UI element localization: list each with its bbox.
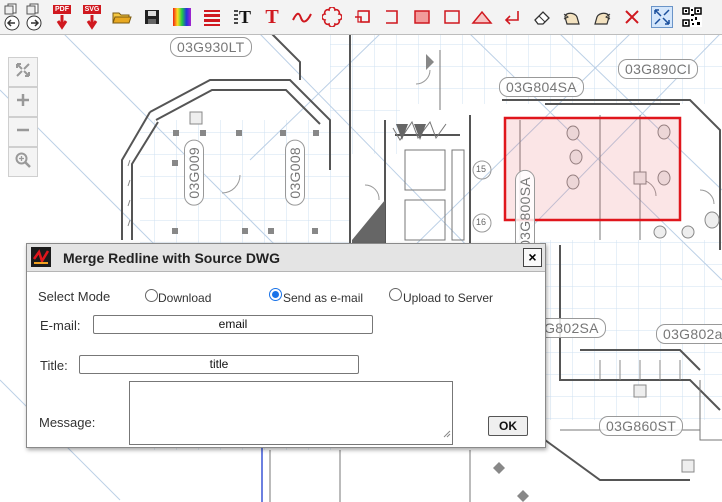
title-label: Title: xyxy=(40,358,68,373)
zoom-in-button[interactable] xyxy=(8,87,38,117)
zoom-extents-button[interactable] xyxy=(8,57,38,87)
column-tag-16: 16 xyxy=(476,217,487,227)
freehand-button[interactable] xyxy=(288,2,316,32)
line-weight-icon xyxy=(203,8,221,26)
open-folder-icon xyxy=(112,9,132,25)
triangle-button[interactable] xyxy=(468,2,496,32)
export-pdf-icon xyxy=(56,14,68,30)
qr-code-button[interactable] xyxy=(678,2,706,32)
qr-code-icon xyxy=(682,7,702,27)
rect-button[interactable] xyxy=(438,2,466,32)
select-mode-label: Select Mode xyxy=(38,289,111,304)
text-size-button[interactable]: T xyxy=(228,2,256,32)
zoom-extents-icon xyxy=(15,62,31,83)
rect-icon xyxy=(442,8,462,26)
arrow-button[interactable] xyxy=(498,2,526,32)
radio-download-label: Download xyxy=(158,291,212,305)
title-field[interactable]: title xyxy=(79,355,359,374)
forward-button[interactable] xyxy=(22,2,46,32)
room-label-890ci: 03G890CI xyxy=(618,59,699,79)
merge-redline-dialog: Merge Redline with Source DWG × Select M… xyxy=(26,243,546,448)
copy-icon xyxy=(4,3,20,15)
pdf-badge: PDF xyxy=(53,4,71,14)
copy-icon-2 xyxy=(26,3,42,15)
color-picker-button[interactable] xyxy=(168,2,196,32)
forward-icon xyxy=(26,15,42,31)
room-label-930lt: 03G930LT xyxy=(170,37,252,57)
back-icon[interactable] xyxy=(4,15,20,31)
triangle-icon xyxy=(471,8,493,26)
open-button[interactable] xyxy=(108,2,136,32)
cloud-button[interactable] xyxy=(318,2,346,32)
copy-button[interactable] xyxy=(0,2,24,32)
dialog-title: Merge Redline with Source DWG xyxy=(63,250,281,266)
save-icon xyxy=(144,9,160,25)
arrow-icon xyxy=(502,8,522,26)
undo-icon xyxy=(562,8,582,26)
zoom-window-icon xyxy=(15,152,31,173)
callout-icon xyxy=(352,8,372,26)
text-button[interactable]: T xyxy=(258,2,286,32)
redo-icon xyxy=(592,8,612,26)
fit-view-button[interactable] xyxy=(648,2,676,32)
redo-button[interactable] xyxy=(588,2,616,32)
eraser-icon xyxy=(532,8,552,26)
room-label-008: 03G008 xyxy=(285,140,305,206)
polyline-button[interactable] xyxy=(378,2,406,32)
resize-handle-icon[interactable] xyxy=(442,425,451,443)
freehand-icon xyxy=(291,8,313,26)
ok-button[interactable]: OK xyxy=(488,416,528,436)
save-button[interactable] xyxy=(138,2,166,32)
room-label-009: 03G009 xyxy=(184,140,204,206)
svg-badge: SVG xyxy=(82,4,102,14)
line-weight-button[interactable] xyxy=(198,2,226,32)
toolbar: PDF SVG T T xyxy=(0,0,722,35)
cloud-icon xyxy=(322,7,342,27)
message-label: Message: xyxy=(39,415,96,430)
delete-button[interactable] xyxy=(618,2,646,32)
room-label-804sa: 03G804SA xyxy=(499,77,584,97)
polyline-icon xyxy=(382,8,402,26)
room-label-860st: 03G860ST xyxy=(599,416,684,436)
zoom-window-button[interactable] xyxy=(8,147,38,177)
text-size-icon: T xyxy=(233,7,251,28)
email-field[interactable]: email xyxy=(93,315,373,334)
text-icon: T xyxy=(265,5,279,28)
dialog-titlebar[interactable]: Merge Redline with Source DWG × xyxy=(27,244,545,272)
column-tag-15: 15 xyxy=(476,164,487,174)
filled-rect-button[interactable] xyxy=(408,2,436,32)
app-logo-icon xyxy=(31,247,51,272)
radio-send-email[interactable] xyxy=(269,288,282,301)
radio-upload-server-label: Upload to Server xyxy=(403,291,494,305)
radio-download[interactable] xyxy=(145,289,158,302)
zoom-out-button[interactable] xyxy=(8,117,38,147)
room-label-802a: 03G802a xyxy=(656,324,722,344)
export-pdf-button[interactable]: PDF xyxy=(48,2,76,32)
export-svg-button[interactable]: SVG xyxy=(78,2,106,32)
email-label: E-mail: xyxy=(40,318,81,333)
zoom-in-icon xyxy=(16,93,30,112)
color-picker-icon xyxy=(172,7,192,27)
zoom-out-icon xyxy=(16,123,30,142)
radio-upload-server[interactable] xyxy=(389,288,402,301)
callout-button[interactable] xyxy=(348,2,376,32)
close-button[interactable]: × xyxy=(523,248,542,267)
eraser-button[interactable] xyxy=(528,2,556,32)
fit-view-icon xyxy=(651,6,673,28)
radio-send-email-label: Send as e-mail xyxy=(283,291,364,305)
export-svg-icon xyxy=(86,14,98,30)
message-textarea[interactable] xyxy=(129,381,453,445)
delete-icon xyxy=(624,9,640,25)
filled-rect-icon xyxy=(412,8,432,26)
undo-button[interactable] xyxy=(558,2,586,32)
